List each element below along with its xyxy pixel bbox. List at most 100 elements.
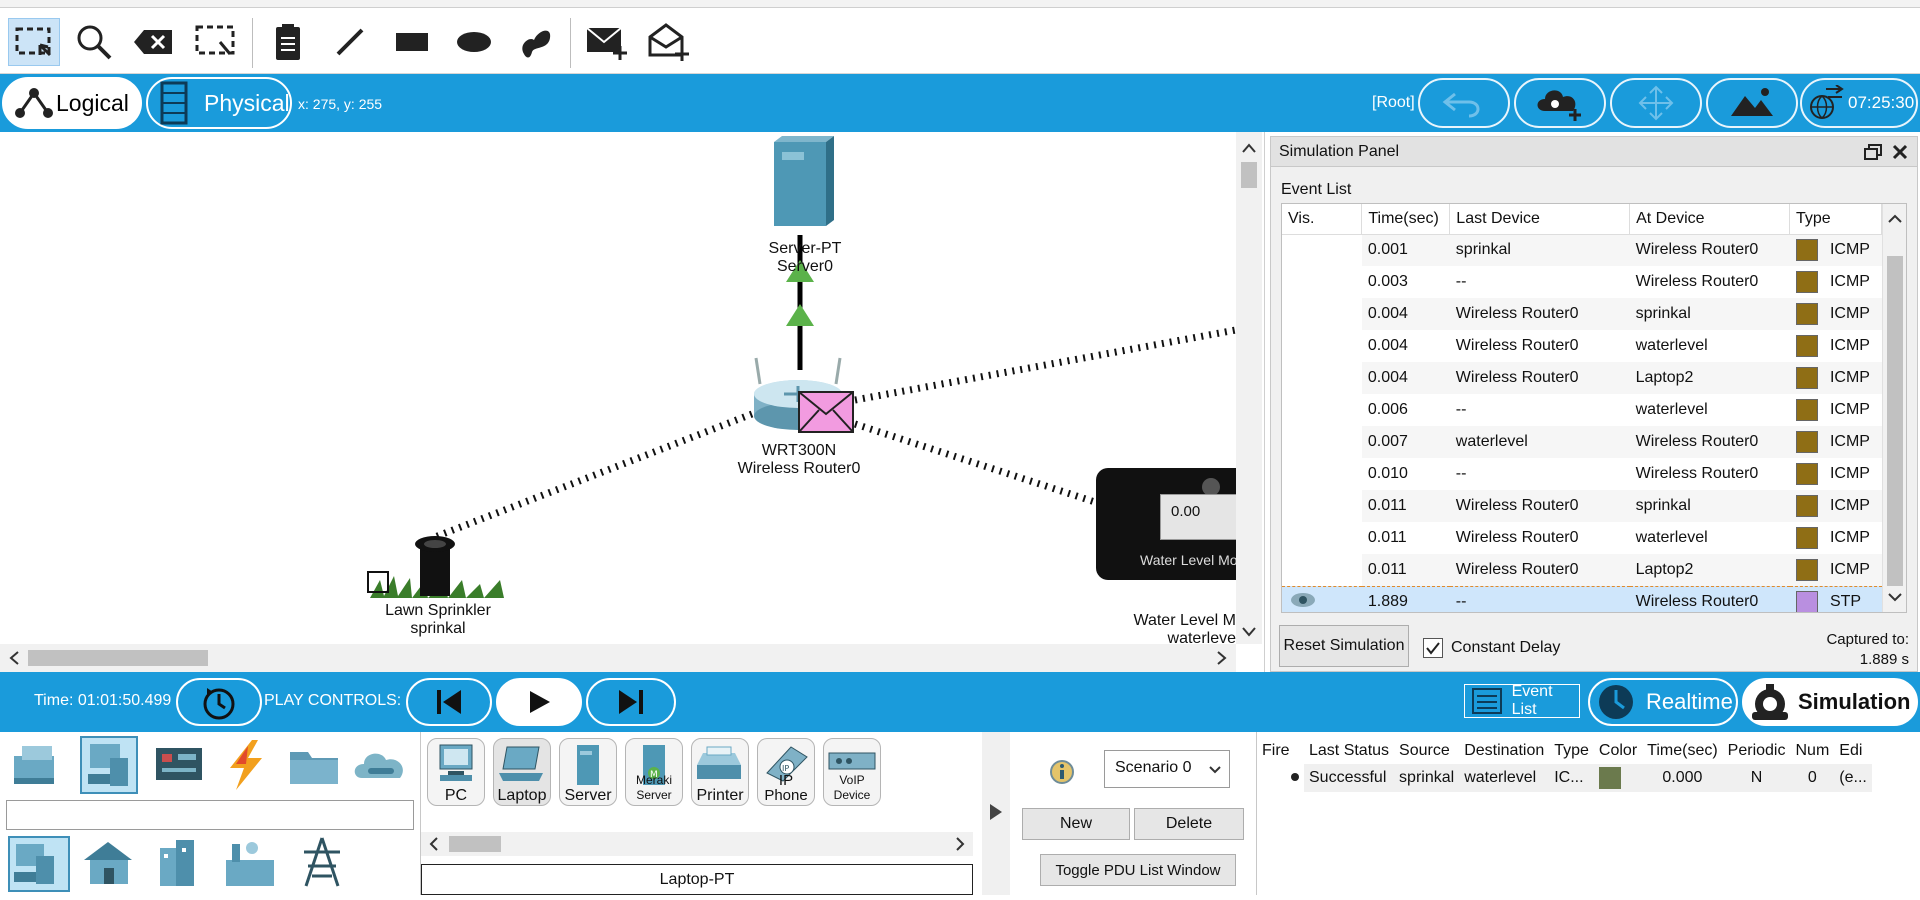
col-last-device[interactable]: Last Device bbox=[1449, 204, 1631, 235]
step-forward-button[interactable] bbox=[586, 678, 676, 726]
multiuser-category-icon[interactable] bbox=[352, 738, 412, 792]
col-at-device[interactable]: At Device bbox=[1629, 204, 1790, 235]
delete-scenario-button[interactable]: Delete bbox=[1134, 808, 1244, 840]
reset-simulation-button[interactable]: Reset Simulation bbox=[1279, 625, 1409, 667]
root-breadcrumb[interactable]: [Root] bbox=[1372, 94, 1415, 112]
pdu-col-destination[interactable]: Destination bbox=[1459, 738, 1549, 764]
toggle-pdu-list-button[interactable]: Toggle PDU List Window bbox=[1040, 854, 1236, 886]
device-button-server[interactable]: Server bbox=[559, 738, 617, 806]
event-vis[interactable] bbox=[1282, 585, 1362, 612]
logical-workspace[interactable]: Server-PT Server0 WRT300N Wireless Route… bbox=[0, 132, 1265, 672]
event-vis[interactable] bbox=[1282, 522, 1362, 554]
logical-view-tab[interactable]: Logical bbox=[2, 77, 142, 129]
resize-shape-icon[interactable] bbox=[190, 18, 242, 66]
draw-ellipse-icon[interactable] bbox=[448, 18, 500, 66]
event-row[interactable]: 0.004 Wireless Router0 Laptop2 ICMP bbox=[1282, 362, 1882, 394]
event-vis[interactable] bbox=[1282, 426, 1362, 458]
step-back-button[interactable] bbox=[406, 678, 492, 726]
delete-icon[interactable] bbox=[128, 18, 180, 66]
server-icon[interactable] bbox=[770, 134, 836, 230]
event-vis[interactable] bbox=[1282, 234, 1362, 266]
pdu-col-type[interactable]: Type bbox=[1549, 738, 1594, 764]
realtime-mode-button[interactable]: Realtime bbox=[1588, 678, 1738, 726]
workspace-horizontal-scrollbar[interactable] bbox=[0, 644, 1236, 672]
event-row[interactable]: 0.011 Wireless Router0 sprinkal ICMP bbox=[1282, 490, 1882, 522]
event-vis[interactable] bbox=[1282, 330, 1362, 362]
add-complex-pdu-icon[interactable] bbox=[642, 18, 694, 66]
network-devices-category-icon[interactable] bbox=[10, 738, 64, 792]
scenario-select[interactable]: Scenario 0 bbox=[1104, 750, 1230, 788]
move-object-button[interactable] bbox=[1610, 78, 1702, 128]
device-button-meraki-server[interactable]: M Meraki Server bbox=[625, 738, 683, 806]
pdu-col-last-status[interactable]: Last Status bbox=[1304, 738, 1394, 764]
simulation-mode-button[interactable]: Simulation bbox=[1742, 678, 1918, 726]
physical-view-tab[interactable]: Physical bbox=[146, 77, 292, 129]
col-type[interactable]: Type bbox=[1789, 204, 1882, 235]
event-row[interactable]: 0.011 Wireless Router0 waterlevel ICMP bbox=[1282, 522, 1882, 554]
back-button[interactable] bbox=[1418, 78, 1510, 128]
device-button-laptop[interactable]: Laptop bbox=[493, 738, 551, 806]
lawn-sprinkler-icon[interactable] bbox=[366, 536, 516, 606]
smart-city-subcategory-icon[interactable] bbox=[152, 836, 204, 892]
event-vis[interactable] bbox=[1282, 458, 1362, 490]
pdu-col-time-sec[interactable]: Time(sec) bbox=[1642, 738, 1723, 764]
col-vis[interactable]: Vis. bbox=[1282, 204, 1363, 235]
components-category-icon[interactable] bbox=[152, 738, 206, 792]
pdu-fire-cell[interactable] bbox=[1257, 764, 1304, 792]
event-list-toggle-button[interactable]: Event List bbox=[1464, 683, 1580, 718]
event-row[interactable]: 0.011 Wireless Router0 Laptop2 ICMP bbox=[1282, 554, 1882, 586]
event-vis[interactable] bbox=[1282, 298, 1362, 330]
home-subcategory-icon[interactable] bbox=[80, 836, 138, 892]
event-vis[interactable] bbox=[1282, 362, 1362, 394]
event-row[interactable]: 0.001 sprinkal Wireless Router0 ICMP bbox=[1282, 234, 1882, 266]
event-vis[interactable] bbox=[1282, 266, 1362, 298]
info-icon[interactable] bbox=[1048, 758, 1076, 786]
new-scenario-button[interactable]: New bbox=[1022, 808, 1130, 840]
device-button-pc[interactable]: PC bbox=[427, 738, 485, 806]
event-row[interactable]: 1.889 -- Wireless Router0 STP bbox=[1282, 585, 1882, 612]
pdu-col-source[interactable]: Source bbox=[1394, 738, 1459, 764]
freeform-shape-icon[interactable] bbox=[510, 18, 562, 66]
industrial-subcategory-icon[interactable] bbox=[222, 836, 278, 892]
connections-category-icon[interactable] bbox=[218, 738, 272, 792]
event-row[interactable]: 0.006 -- waterlevel ICMP bbox=[1282, 394, 1882, 426]
pdu-col-edi[interactable]: Edi bbox=[1834, 738, 1872, 764]
pdu-edit[interactable]: (e... bbox=[1834, 764, 1872, 792]
end-devices-subcategory-icon[interactable] bbox=[8, 836, 70, 892]
pdu-col-periodic[interactable]: Periodic bbox=[1723, 738, 1791, 764]
device-list-scrollbar[interactable] bbox=[421, 832, 973, 856]
device-button-printer[interactable]: Printer bbox=[691, 738, 749, 806]
draw-rectangle-icon[interactable] bbox=[386, 18, 438, 66]
event-row[interactable]: 0.004 Wireless Router0 sprinkal ICMP bbox=[1282, 298, 1882, 330]
event-list-scrollbar[interactable] bbox=[1882, 204, 1906, 612]
pdu-col-num[interactable]: Num bbox=[1790, 738, 1834, 764]
close-panel-icon[interactable] bbox=[1891, 143, 1909, 161]
play-button[interactable] bbox=[496, 678, 582, 726]
col-time[interactable]: Time(sec) bbox=[1361, 204, 1451, 235]
select-tool-icon[interactable] bbox=[8, 18, 60, 66]
draw-line-icon[interactable] bbox=[324, 18, 376, 66]
constant-delay-checkbox[interactable] bbox=[1423, 638, 1443, 658]
pdu-col-color[interactable]: Color bbox=[1594, 738, 1642, 764]
event-row[interactable]: 0.007 waterlevel Wireless Router0 ICMP bbox=[1282, 426, 1882, 458]
device-search-input[interactable] bbox=[6, 800, 414, 830]
pdu-envelope-icon[interactable] bbox=[797, 390, 855, 434]
place-note-icon[interactable] bbox=[262, 18, 314, 66]
miscellaneous-category-icon[interactable] bbox=[286, 738, 342, 792]
pdu-col-fire[interactable]: Fire bbox=[1257, 738, 1304, 764]
device-button-voip-device[interactable]: VoIP Device bbox=[823, 738, 881, 806]
inspect-magnifier-icon[interactable] bbox=[68, 18, 120, 66]
pdu-row[interactable]: Successful sprinkal waterlevel IC... 0.0… bbox=[1257, 764, 1872, 792]
workspace-vertical-scrollbar[interactable] bbox=[1236, 132, 1262, 644]
power-cycle-devices-button[interactable] bbox=[176, 678, 262, 726]
event-vis[interactable] bbox=[1282, 394, 1362, 426]
restore-window-icon[interactable] bbox=[1863, 143, 1883, 161]
event-row[interactable]: 0.004 Wireless Router0 waterlevel ICMP bbox=[1282, 330, 1882, 362]
water-level-monitor-icon[interactable]: 0.00 Water Level Mo bbox=[1096, 468, 1236, 580]
device-button-ip-phone[interactable]: IP IP Phone bbox=[757, 738, 815, 806]
add-simple-pdu-icon[interactable] bbox=[580, 18, 632, 66]
event-row[interactable]: 0.010 -- Wireless Router0 ICMP bbox=[1282, 458, 1882, 490]
viewport-clock-button[interactable]: 07:25:30 bbox=[1800, 78, 1918, 128]
set-background-button[interactable] bbox=[1706, 78, 1798, 128]
event-vis[interactable] bbox=[1282, 554, 1362, 586]
